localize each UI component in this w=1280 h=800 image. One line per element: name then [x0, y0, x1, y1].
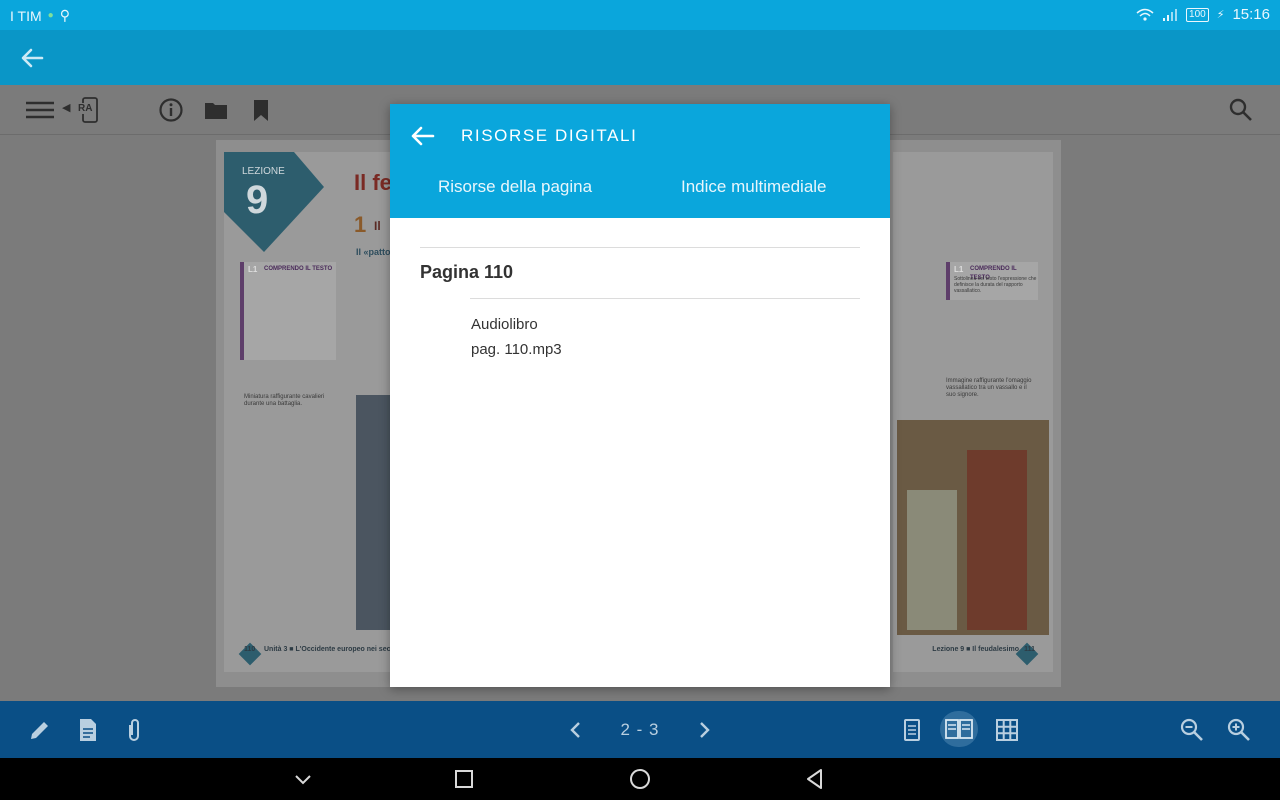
divider [470, 298, 860, 299]
ra-label: RA [78, 103, 93, 114]
page-range: 2 - 3 [620, 720, 660, 739]
tab-page-resources[interactable]: Risorse della pagina [438, 177, 592, 197]
system-nav-bar [0, 758, 1280, 800]
next-page-icon[interactable] [691, 717, 717, 743]
left-exercise-box: L1 COMPRENDO IL TESTO [240, 262, 336, 360]
bottom-toolbar: 2 - 3 [0, 701, 1280, 758]
home-icon[interactable] [628, 767, 652, 791]
right-exercise-box: L1 COMPRENDO IL TESTO Sottolinea nel tes… [946, 262, 1038, 300]
left-box-code: L1 [248, 265, 258, 274]
right-caption: Immagine raffigurante l'omaggio vassalla… [946, 378, 1032, 398]
lesson-label: LEZIONE [242, 166, 285, 177]
footer-left-page: 110 [244, 646, 256, 653]
hide-nav-chevron-icon[interactable] [291, 767, 315, 791]
lesson-number: 9 [246, 178, 269, 222]
status-right: 100 ⚡ 15:16 [1136, 6, 1270, 23]
page-heading: Pagina 110 [420, 262, 514, 282]
left-illustration [356, 395, 390, 630]
bookmark-icon[interactable] [248, 97, 274, 123]
caret-left-icon: ◀ [62, 102, 71, 114]
dialog-title: RISORSE DIGITALI [461, 126, 638, 145]
illustration-figure-lord [967, 450, 1027, 630]
system-back-icon[interactable] [803, 767, 827, 791]
footer-right-text: Lezione 9 ■ Il feudalesimo [932, 646, 1019, 653]
status-bar: I TIM ● ⚲ 100 ⚡ 15:16 [0, 0, 1280, 30]
pencil-icon[interactable] [27, 717, 53, 743]
footer-right-page: 111 [1024, 646, 1035, 653]
clock: 15:16 [1232, 6, 1270, 23]
dialog-header: RISORSE DIGITALI Risorse della pagina In… [390, 104, 890, 218]
wifi-icon [1136, 8, 1154, 21]
ra-switch-button[interactable]: ◀ RA [62, 97, 102, 123]
right-box-text: Sottolinea nel testo l'espressione che d… [954, 276, 1037, 294]
resource-type: Audiolibro [471, 316, 538, 333]
dialog-back-arrow-icon[interactable] [408, 122, 436, 150]
right-illustration [897, 420, 1049, 635]
back-arrow-icon[interactable] [18, 44, 46, 72]
divider [420, 247, 860, 248]
app-bar [0, 30, 1280, 85]
double-page-view-button[interactable] [940, 711, 978, 747]
prev-page-icon[interactable] [563, 717, 589, 743]
usb-icon: ⚲ [59, 7, 70, 23]
recent-apps-icon[interactable] [452, 767, 476, 791]
folder-icon[interactable] [203, 97, 229, 123]
zoom-in-icon[interactable] [1226, 717, 1252, 743]
left-box-title: COMPRENDO IL TESTO [264, 266, 333, 272]
grid-view-icon[interactable] [994, 717, 1020, 743]
digital-resources-dialog: RISORSE DIGITALI Risorse della pagina In… [390, 104, 890, 687]
battery-indicator: 100 [1186, 7, 1209, 22]
resource-filename: pag. 110.mp3 [471, 341, 562, 358]
zoom-out-icon[interactable] [1179, 717, 1205, 743]
carrier-label: I TIM [10, 7, 42, 24]
tab-multimedia-index[interactable]: Indice multimediale [681, 177, 827, 197]
signal-dot-icon: ● [47, 10, 54, 21]
info-icon[interactable] [158, 97, 184, 123]
left-caption: Miniatura raffigurante cavalieri durante… [244, 394, 325, 407]
search-icon[interactable] [1228, 97, 1254, 123]
charging-icon: ⚡ [1216, 9, 1225, 21]
cell-signal-icon [1163, 8, 1178, 21]
right-box-code: L1 [954, 265, 964, 274]
subsection-fragment: Il «patto [356, 247, 391, 257]
chapter-title-fragment: Il fe [354, 170, 392, 195]
single-page-view-icon[interactable] [899, 717, 925, 743]
illustration-figure-vassal [907, 490, 957, 630]
attachment-icon[interactable] [121, 717, 147, 743]
status-left: I TIM ● ⚲ [10, 7, 70, 24]
section-number: 1 [354, 212, 367, 237]
double-page-view-icon [945, 719, 973, 739]
note-icon[interactable] [75, 717, 101, 743]
menu-icon[interactable] [24, 97, 56, 123]
section-fragment: Il [374, 219, 381, 233]
